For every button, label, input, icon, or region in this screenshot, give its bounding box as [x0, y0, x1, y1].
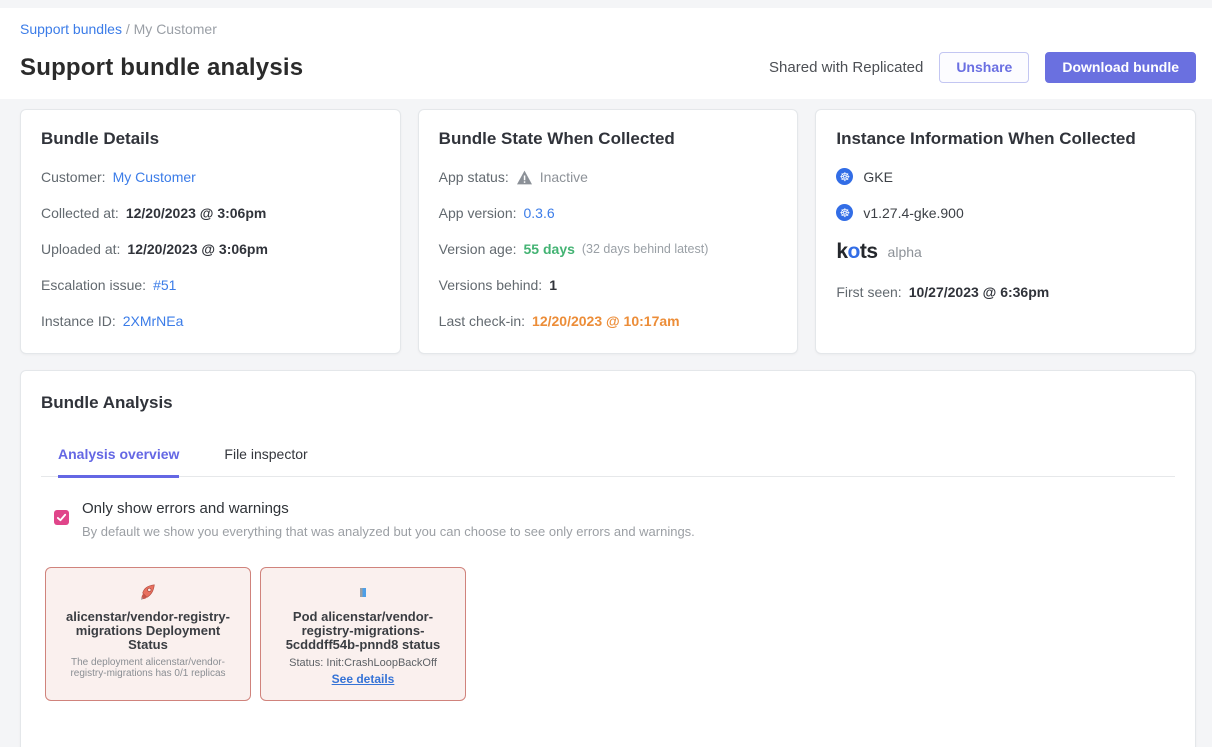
bundle-analysis-title: Bundle Analysis	[41, 393, 1175, 413]
app-version-link[interactable]: 0.3.6	[524, 205, 555, 221]
bundle-details-card: Bundle Details Customer: My Customer Col…	[20, 109, 401, 354]
breadcrumb-separator: /	[126, 21, 130, 37]
analysis-results: alicenstar/vendor-registry-migrations De…	[41, 567, 1175, 701]
last-checkin-label: Last check-in:	[439, 313, 525, 329]
filter-description: By default we show you everything that w…	[82, 524, 695, 539]
warning-icon	[516, 170, 533, 185]
page-header: Support bundles / My Customer Support bu…	[0, 8, 1212, 99]
analyzer-card-deployment[interactable]: alicenstar/vendor-registry-migrations De…	[45, 567, 251, 701]
version-age-note: (32 days behind latest)	[582, 242, 708, 256]
title-row: Support bundle analysis Shared with Repl…	[20, 52, 1196, 83]
page: Support bundles / My Customer Support bu…	[0, 0, 1212, 747]
only-errors-checkbox[interactable]	[54, 510, 69, 525]
version-age-row: Version age: 55 days (32 days behind lat…	[439, 241, 778, 257]
tab-file-inspector[interactable]: File inspector	[224, 446, 307, 478]
breadcrumb-current: My Customer	[134, 21, 217, 37]
kots-logo-ts: ts	[860, 240, 878, 263]
page-title: Support bundle analysis	[20, 54, 303, 82]
analyzer-card-pod-status[interactable]: Pod alicenstar/vendor-registry-migration…	[260, 567, 466, 701]
instance-id-link[interactable]: 2XMrNEa	[123, 313, 184, 329]
app-version-label: App version:	[439, 205, 517, 221]
bundle-state-card: Bundle State When Collected App status: …	[418, 109, 799, 354]
app-status-value: Inactive	[540, 169, 588, 185]
kots-logo-k: k	[836, 240, 847, 263]
filter-text-block: Only show errors and warnings By default…	[82, 500, 695, 539]
filter-row: Only show errors and warnings By default…	[41, 500, 1175, 539]
rocket-icon	[56, 580, 240, 604]
kubernetes-icon: ☸	[836, 168, 853, 185]
customer-label: Customer:	[41, 169, 106, 185]
kots-logo-o: o	[848, 240, 860, 263]
download-bundle-button[interactable]: Download bundle	[1045, 52, 1196, 83]
unshare-button[interactable]: Unshare	[939, 52, 1029, 83]
kots-logo: kots	[836, 240, 877, 264]
breadcrumb: Support bundles / My Customer	[20, 21, 1196, 37]
analysis-tabs: Analysis overview File inspector	[41, 446, 1175, 477]
versions-behind-row: Versions behind: 1	[439, 277, 778, 293]
escalation-issue-link[interactable]: #51	[153, 277, 176, 293]
app-status-label: App status:	[439, 169, 509, 185]
version-age-label: Version age:	[439, 241, 517, 257]
collected-at-value: 12/20/2023 @ 3:06pm	[126, 205, 267, 221]
analyzer-status-message: Status: Init:CrashLoopBackOff	[271, 657, 455, 669]
app-version-row: App version: 0.3.6	[439, 205, 778, 221]
last-checkin-row: Last check-in: 12/20/2023 @ 10:17am	[439, 313, 778, 329]
instance-info-card: Instance Information When Collected ☸ GK…	[815, 109, 1196, 354]
last-checkin-value: 12/20/2023 @ 10:17am	[532, 313, 680, 329]
tab-analysis-overview[interactable]: Analysis overview	[58, 446, 179, 478]
filter-label: Only show errors and warnings	[82, 500, 695, 517]
analyzer-title: alicenstar/vendor-registry-migrations De…	[56, 610, 240, 652]
version-age-value: 55 days	[524, 241, 575, 257]
instance-id-label: Instance ID:	[41, 313, 116, 329]
kots-channel: alpha	[888, 244, 922, 260]
collected-at-row: Collected at: 12/20/2023 @ 3:06pm	[41, 205, 380, 221]
summary-cards-row: Bundle Details Customer: My Customer Col…	[20, 109, 1196, 354]
bundle-analysis-card: Bundle Analysis Analysis overview File i…	[20, 370, 1196, 747]
k8s-version-row: ☸ v1.27.4-gke.900	[836, 204, 1175, 221]
kubernetes-icon: ☸	[836, 204, 853, 221]
distribution-row: ☸ GKE	[836, 168, 1175, 185]
instance-info-title: Instance Information When Collected	[836, 129, 1175, 149]
header-actions: Shared with Replicated Unshare Download …	[769, 52, 1196, 83]
customer-row: Customer: My Customer	[41, 169, 380, 185]
versions-behind-label: Versions behind:	[439, 277, 543, 293]
bundle-state-title: Bundle State When Collected	[439, 129, 778, 149]
k8s-version-value: v1.27.4-gke.900	[863, 205, 963, 221]
first-seen-label: First seen:	[836, 284, 901, 300]
first-seen-value: 10/27/2023 @ 6:36pm	[909, 284, 1050, 300]
pod-icon	[271, 580, 455, 604]
instance-id-row: Instance ID: 2XMrNEa	[41, 313, 380, 329]
uploaded-at-label: Uploaded at:	[41, 241, 120, 257]
customer-link[interactable]: My Customer	[113, 169, 196, 185]
kots-row: kots alpha	[836, 240, 1175, 264]
escalation-issue-row: Escalation issue: #51	[41, 277, 380, 293]
app-status-row: App status: Inactive	[439, 169, 778, 185]
bundle-details-title: Bundle Details	[41, 129, 380, 149]
main-content: Bundle Details Customer: My Customer Col…	[0, 99, 1212, 747]
breadcrumb-support-bundles-link[interactable]: Support bundles	[20, 21, 122, 37]
escalation-issue-label: Escalation issue:	[41, 277, 146, 293]
uploaded-at-value: 12/20/2023 @ 3:06pm	[127, 241, 268, 257]
see-details-link[interactable]: See details	[332, 672, 395, 686]
distribution-value: GKE	[863, 169, 893, 185]
collected-at-label: Collected at:	[41, 205, 119, 221]
first-seen-row: First seen: 10/27/2023 @ 6:36pm	[836, 284, 1175, 300]
analyzer-title: Pod alicenstar/vendor-registry-migration…	[271, 610, 455, 652]
analyzer-message: The deployment alicenstar/vendor-registr…	[56, 657, 240, 679]
shared-status-text: Shared with Replicated	[769, 59, 923, 76]
versions-behind-value: 1	[549, 277, 557, 293]
uploaded-at-row: Uploaded at: 12/20/2023 @ 3:06pm	[41, 241, 380, 257]
